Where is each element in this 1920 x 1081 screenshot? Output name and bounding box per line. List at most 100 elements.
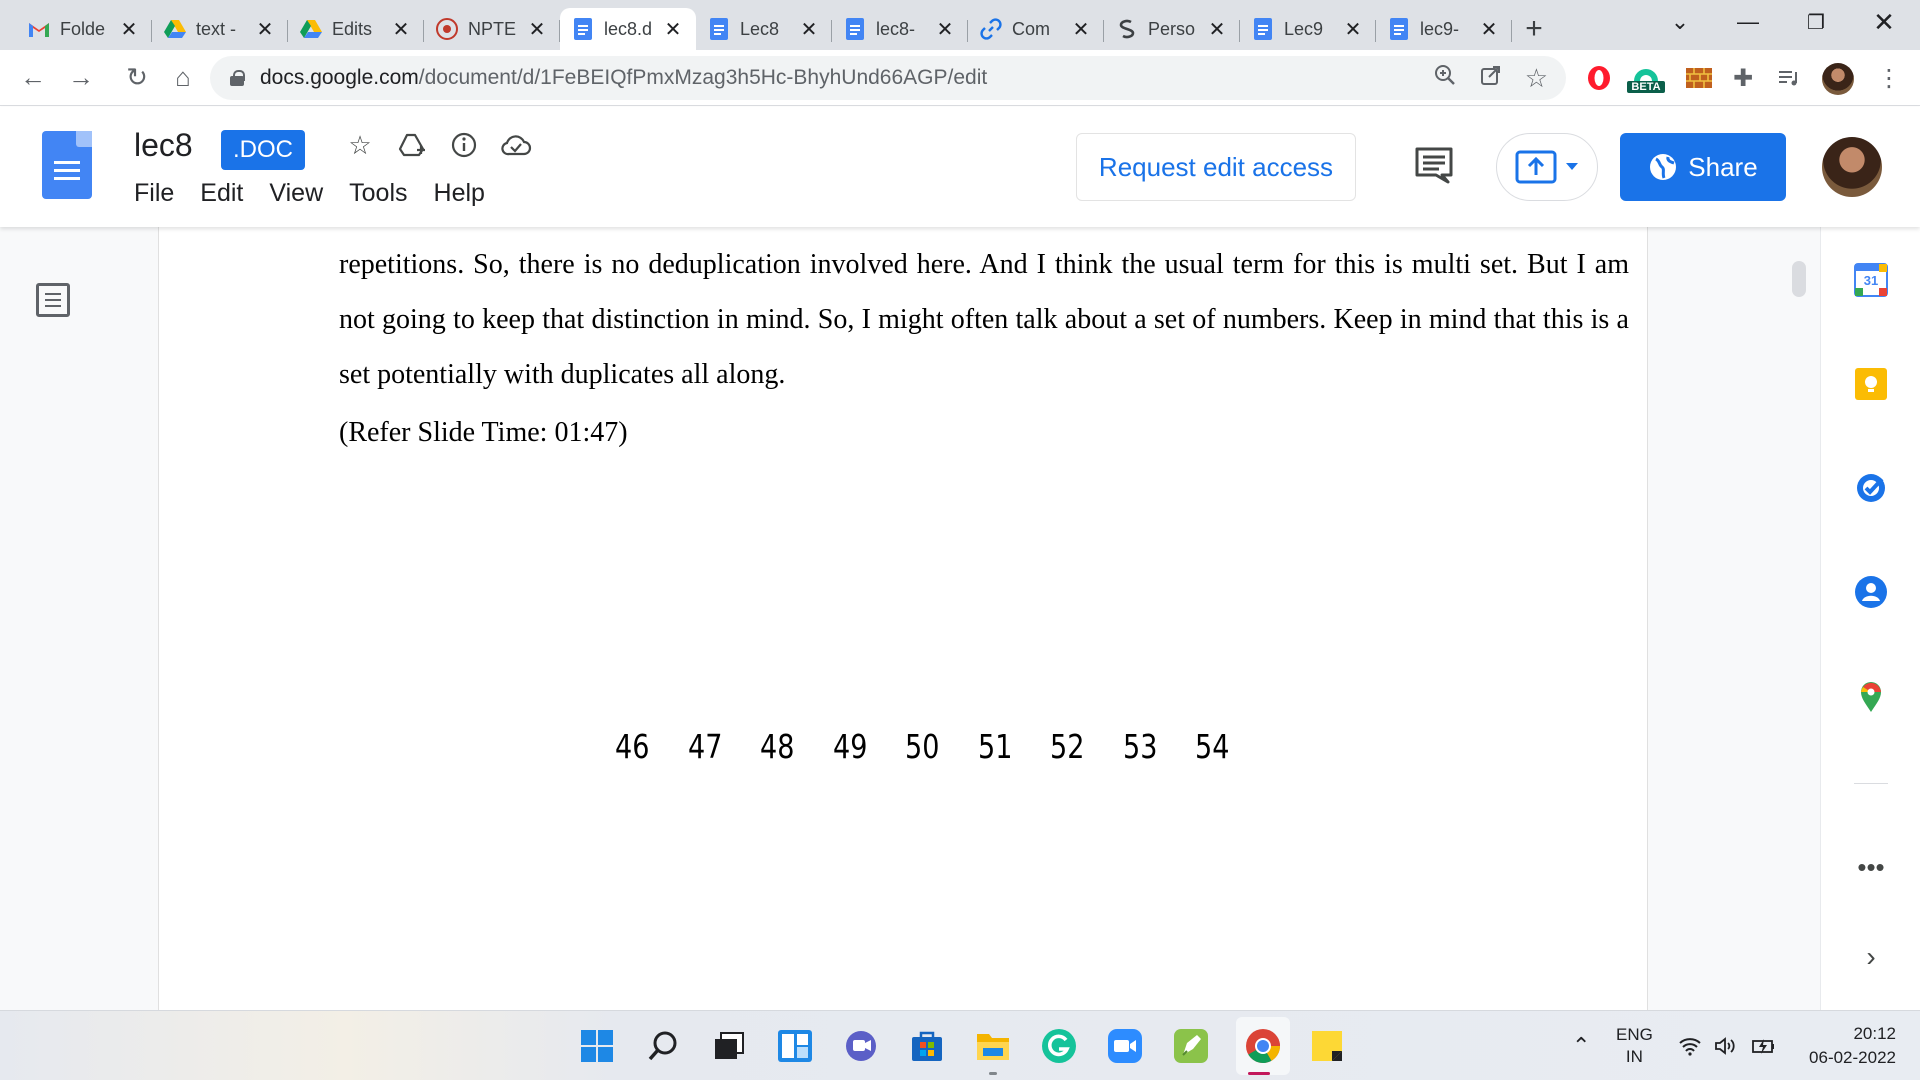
contacts-icon[interactable] xyxy=(1854,575,1888,609)
browser-tab[interactable]: NPTE ✕ xyxy=(424,8,560,50)
close-tab-icon[interactable]: ✕ xyxy=(1070,18,1092,41)
browser-tab[interactable]: lec8- ✕ xyxy=(832,8,968,50)
tab-title: Perso xyxy=(1148,18,1196,39)
browser-tab[interactable]: Folde ✕ xyxy=(16,8,152,50)
docs-icon xyxy=(1252,18,1274,40)
sequence-number: 52 xyxy=(1050,727,1085,766)
teams-chat-icon[interactable] xyxy=(842,1027,880,1065)
search-icon[interactable] xyxy=(644,1027,682,1065)
document-outline-icon[interactable] xyxy=(36,283,70,317)
add-shortcut-drive-icon[interactable] xyxy=(396,129,428,161)
puzzle-extensions-icon[interactable]: ✚ xyxy=(1728,50,1758,106)
browser-tab[interactable]: lec8.d ✕ xyxy=(560,8,696,50)
show-hidden-icons-chevron[interactable]: ⌃ xyxy=(1572,1011,1590,1081)
clock[interactable]: 20:12 06-02-2022 xyxy=(1792,1011,1896,1081)
forward-button[interactable]: → xyxy=(58,55,104,101)
tab-search-icon[interactable]: ⌄ xyxy=(1652,0,1708,44)
more-options-icon[interactable]: ••• xyxy=(1854,854,1888,891)
chrome-icon[interactable] xyxy=(1244,1027,1282,1065)
microsoft-store-icon[interactable] xyxy=(908,1027,946,1065)
omnibox-actions: ☆ xyxy=(1433,56,1548,100)
menu-help[interactable]: Help xyxy=(426,179,493,208)
sticky-notes-icon[interactable] xyxy=(1308,1027,1346,1065)
beta-badge: BETA xyxy=(1627,81,1665,93)
share-page-icon[interactable] xyxy=(1479,63,1503,93)
system-tray-status[interactable] xyxy=(1678,1011,1776,1081)
vertical-scrollbar-thumb[interactable] xyxy=(1792,261,1806,297)
star-icon[interactable]: ☆ xyxy=(344,129,376,161)
media-control-icon[interactable] xyxy=(1774,50,1804,106)
widgets-icon[interactable] xyxy=(776,1027,814,1065)
url-text[interactable]: docs.google.com/document/d/1FeBEIQfPmxMz… xyxy=(260,66,987,90)
home-button[interactable]: ⌂ xyxy=(160,55,206,101)
menu-file[interactable]: File xyxy=(126,179,182,208)
close-tab-icon[interactable]: ✕ xyxy=(118,18,140,41)
notepad-green-icon[interactable] xyxy=(1172,1027,1210,1065)
explorer-running-indicator xyxy=(989,1072,997,1075)
close-tab-icon[interactable]: ✕ xyxy=(390,18,412,41)
maps-icon[interactable] xyxy=(1854,679,1888,713)
close-tab-icon[interactable]: ✕ xyxy=(662,18,684,41)
file-explorer-icon[interactable] xyxy=(974,1027,1012,1065)
browser-tab[interactable]: Lec8 ✕ xyxy=(696,8,832,50)
browser-tab[interactable]: Com ✕ xyxy=(968,8,1104,50)
address-bar[interactable]: docs.google.com/document/d/1FeBEIQfPmxMz… xyxy=(210,56,1566,100)
document-title[interactable]: lec8 xyxy=(134,127,193,164)
browser-tab[interactable]: text - ✕ xyxy=(152,8,288,50)
profile-avatar[interactable] xyxy=(1822,63,1854,95)
refer-slide-time: (Refer Slide Time: 01:47) xyxy=(339,417,628,448)
present-button[interactable] xyxy=(1496,133,1598,201)
minimize-button[interactable]: — xyxy=(1720,0,1776,44)
reload-button[interactable]: ↻ xyxy=(114,55,160,101)
browser-tab[interactable]: Edits ✕ xyxy=(288,8,424,50)
link-icon xyxy=(980,18,1002,40)
calendar-icon[interactable]: 31 xyxy=(1854,263,1888,297)
tab-title: Folde xyxy=(60,18,106,39)
request-edit-access-button[interactable]: Request edit access xyxy=(1076,133,1356,201)
close-tab-icon[interactable]: ✕ xyxy=(934,18,956,41)
docs-logo-icon[interactable] xyxy=(42,131,92,199)
new-tab-button[interactable]: + xyxy=(1512,8,1556,50)
browser-tab[interactable]: lec9- ✕ xyxy=(1376,8,1512,50)
document-page[interactable]: repetitions. So, there is no deduplicati… xyxy=(158,227,1648,1010)
present-dropdown-icon[interactable] xyxy=(1565,162,1579,172)
lang-bottom: IN xyxy=(1625,1047,1643,1066)
restore-button[interactable]: ❐ xyxy=(1788,0,1844,44)
zoom-icon[interactable] xyxy=(1433,63,1457,93)
windows-start-icon[interactable] xyxy=(578,1027,616,1065)
close-tab-icon[interactable]: ✕ xyxy=(798,18,820,41)
brick-extension-icon[interactable] xyxy=(1684,50,1714,106)
document-details-icon[interactable] xyxy=(448,129,480,161)
opera-extension-icon[interactable] xyxy=(1584,50,1614,106)
tasks-icon[interactable] xyxy=(1854,471,1888,505)
task-view-icon[interactable] xyxy=(710,1027,748,1065)
account-avatar[interactable] xyxy=(1822,137,1882,197)
menu-view[interactable]: View xyxy=(261,179,331,208)
clock-time: 20:12 xyxy=(1853,1024,1896,1043)
input-language[interactable]: ENG IN xyxy=(1616,1011,1653,1081)
expand-panel-chevron-icon[interactable]: › xyxy=(1854,941,1888,975)
close-tab-icon[interactable]: ✕ xyxy=(1478,18,1500,41)
back-button[interactable]: ← xyxy=(10,55,56,101)
close-tab-icon[interactable]: ✕ xyxy=(254,18,276,41)
close-tab-icon[interactable]: ✕ xyxy=(1342,18,1364,41)
browser-tab[interactable]: Lec9 ✕ xyxy=(1240,8,1376,50)
cloud-saved-icon[interactable] xyxy=(500,129,532,161)
close-window-button[interactable]: ✕ xyxy=(1856,0,1912,44)
perso-icon xyxy=(1116,18,1138,40)
lock-icon[interactable] xyxy=(230,70,245,86)
grammarly-beta-extension-icon[interactable]: BETA xyxy=(1626,50,1666,106)
body-paragraph[interactable]: repetitions. So, there is no deduplicati… xyxy=(339,237,1629,402)
keep-icon[interactable] xyxy=(1854,367,1888,401)
menu-tools[interactable]: Tools xyxy=(341,179,415,208)
comment-history-icon[interactable] xyxy=(1412,143,1456,187)
bookmark-star-icon[interactable]: ☆ xyxy=(1525,63,1548,94)
grammarly-icon[interactable] xyxy=(1040,1027,1078,1065)
close-tab-icon[interactable]: ✕ xyxy=(1206,18,1228,41)
menu-edit[interactable]: Edit xyxy=(192,179,251,208)
zoom-meetings-icon[interactable] xyxy=(1106,1027,1144,1065)
close-tab-icon[interactable]: ✕ xyxy=(526,18,548,41)
browser-menu-icon[interactable]: ⋮ xyxy=(1874,50,1904,106)
browser-tab[interactable]: Perso ✕ xyxy=(1104,8,1240,50)
share-button[interactable]: Share xyxy=(1620,133,1786,201)
